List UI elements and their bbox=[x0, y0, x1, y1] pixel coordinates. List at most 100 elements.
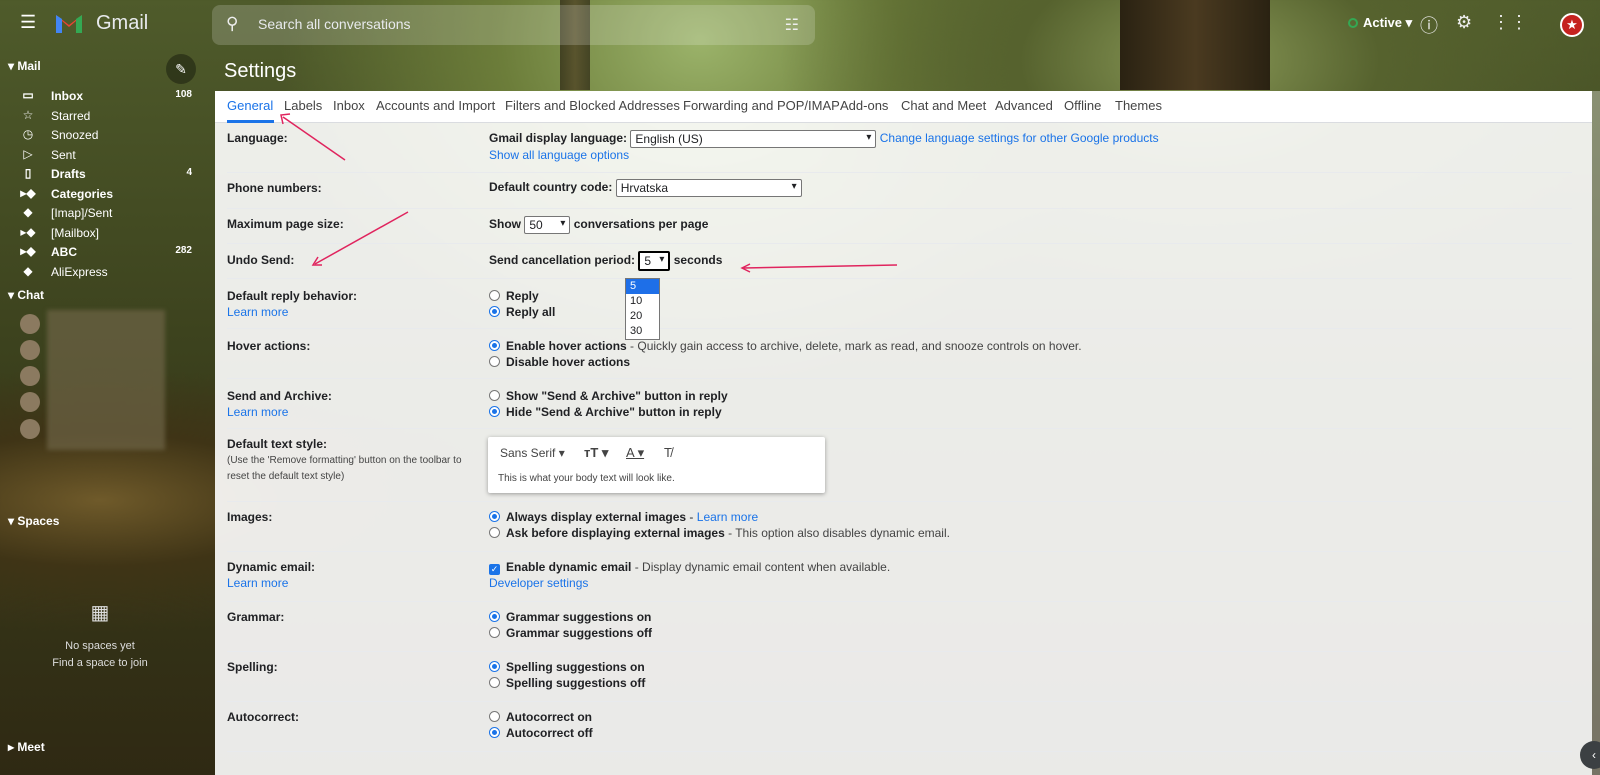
text-color-icon[interactable]: A ▾ bbox=[626, 445, 644, 461]
ask-before-images-option[interactable]: Ask before displaying external images - … bbox=[489, 526, 950, 540]
change-language-link[interactable]: Change language settings for other Googl… bbox=[880, 131, 1159, 145]
chat-section-header[interactable]: ▾ Chat bbox=[8, 288, 44, 302]
reply-all-option[interactable]: Reply all bbox=[489, 305, 555, 319]
reply-learn-more-link[interactable]: Learn more bbox=[227, 305, 288, 319]
sidebar-item-sent[interactable]: ▷ Sent bbox=[0, 145, 200, 165]
tab-advanced[interactable]: Advanced bbox=[995, 98, 1053, 113]
always-display-images-option[interactable]: Always display external images - Learn m… bbox=[489, 510, 758, 524]
dropdown-option[interactable]: 20 bbox=[626, 309, 659, 324]
tab-labels[interactable]: Labels bbox=[284, 98, 322, 113]
setting-row-autocorrect: Autocorrect: Autocorrect on Autocorrect … bbox=[227, 702, 1572, 752]
hide-send-archive-option[interactable]: Hide "Send & Archive" button in reply bbox=[489, 405, 722, 419]
search-bar[interactable]: ⚲ ☷ bbox=[212, 5, 815, 45]
sidebar-item-starred[interactable]: ☆ Starred bbox=[0, 106, 200, 126]
page-size-select[interactable]: 50 ▾ bbox=[524, 216, 571, 234]
language-select[interactable]: English (US) ▾ bbox=[630, 130, 877, 148]
top-bar: ☰ Gmail ⚲ ☷ Active ▾ ⓘ ⚙ ⋮⋮ ★ bbox=[0, 0, 1600, 50]
radio-checked-icon bbox=[489, 611, 500, 622]
compose-button[interactable]: ✎ bbox=[166, 54, 196, 84]
tab-filters[interactable]: Filters and Blocked Addresses bbox=[505, 98, 680, 113]
sidebar-item-aliexpress[interactable]: ◆ AliExpress bbox=[0, 262, 200, 282]
checkbox-checked-icon: ✓ bbox=[489, 564, 500, 575]
sidebar-item-drafts[interactable]: ▯ Drafts 4 bbox=[0, 164, 200, 184]
autocorrect-on-option[interactable]: Autocorrect on bbox=[489, 710, 592, 724]
find-space-link[interactable]: Find a space to join bbox=[0, 657, 200, 669]
reply-option[interactable]: Reply bbox=[489, 289, 539, 303]
tab-forwarding[interactable]: Forwarding and POP/IMAP bbox=[683, 98, 840, 113]
setting-row-spelling: Spelling: Spelling suggestions on Spelli… bbox=[227, 652, 1572, 702]
spaces-section-header[interactable]: ▾ Spaces bbox=[8, 514, 59, 528]
tab-offline[interactable]: Offline bbox=[1064, 98, 1101, 113]
radio-icon bbox=[489, 677, 500, 688]
dropdown-option[interactable]: 30 bbox=[626, 324, 659, 339]
sidebar-item-imap-sent[interactable]: ◆ [Imap]/Sent bbox=[0, 203, 200, 223]
status-selector[interactable]: Active ▾ bbox=[1348, 15, 1412, 31]
radio-checked-icon bbox=[489, 661, 500, 672]
settings-tabs: General Labels Inbox Accounts and Import… bbox=[215, 91, 1592, 123]
label-icon: ▸◆ bbox=[20, 244, 36, 258]
dropdown-option[interactable]: 10 bbox=[626, 294, 659, 309]
remove-formatting-icon[interactable]: T̸ bbox=[664, 445, 672, 460]
search-input[interactable] bbox=[258, 16, 738, 32]
chat-contact-avatar[interactable] bbox=[20, 392, 40, 412]
mail-section-header[interactable]: ▾ Mail bbox=[8, 59, 41, 73]
grammar-on-option[interactable]: Grammar suggestions on bbox=[489, 610, 651, 624]
tab-chat-meet[interactable]: Chat and Meet bbox=[901, 98, 986, 113]
country-code-select[interactable]: Hrvatska ▾ bbox=[615, 179, 802, 197]
main-menu-icon[interactable]: ☰ bbox=[20, 13, 38, 31]
chevron-down-icon: ▾ bbox=[659, 254, 665, 265]
chat-contact-avatar[interactable] bbox=[20, 340, 40, 360]
tab-themes[interactable]: Themes bbox=[1115, 98, 1162, 113]
radio-checked-icon bbox=[489, 511, 500, 522]
sidebar-item-snoozed[interactable]: ◷ Snoozed bbox=[0, 125, 200, 145]
meet-section-header[interactable]: ▸ Meet bbox=[8, 740, 45, 754]
setting-row-undo-send: Undo Send: Send cancellation period: 5 ▾ … bbox=[227, 244, 1572, 279]
search-options-icon[interactable]: ☷ bbox=[785, 15, 799, 35]
font-family-select[interactable]: Sans Serif ▾ bbox=[500, 446, 565, 460]
side-panel-toggle-icon[interactable]: ‹ bbox=[1580, 741, 1600, 769]
disable-hover-option[interactable]: Disable hover actions bbox=[489, 355, 630, 369]
text-style-editor: Sans Serif ▾ тT ▾ A ▾ T̸ This is what yo… bbox=[488, 437, 825, 493]
show-language-options-link[interactable]: Show all language options bbox=[489, 148, 629, 162]
gmail-logo-icon bbox=[56, 15, 82, 33]
tab-inbox[interactable]: Inbox bbox=[333, 98, 365, 113]
spelling-off-option[interactable]: Spelling suggestions off bbox=[489, 676, 645, 690]
setting-row-send-archive: Send and Archive: Learn more Show "Send … bbox=[227, 379, 1572, 429]
setting-row-page-size: Maximum page size: Show 50 ▾ conversation… bbox=[227, 209, 1572, 244]
sidebar-item-categories[interactable]: ▸◆ Categories bbox=[0, 184, 200, 204]
cancellation-period-select[interactable]: 5 ▾ bbox=[638, 251, 671, 271]
tab-accounts[interactable]: Accounts and Import bbox=[376, 98, 495, 113]
text-style-note: (Use the 'Remove formatting' button on t… bbox=[227, 455, 462, 482]
search-icon[interactable]: ⚲ bbox=[226, 14, 238, 34]
sidebar-item-inbox[interactable]: ▭ Inbox 108 bbox=[0, 86, 200, 106]
label-icon: ▸◆ bbox=[20, 186, 36, 200]
images-learn-more-link[interactable]: Learn more bbox=[697, 510, 758, 524]
chat-contact-avatar[interactable] bbox=[20, 314, 40, 334]
show-send-archive-option[interactable]: Show "Send & Archive" button in reply bbox=[489, 389, 728, 403]
setting-row-text-style: Default text style: (Use the 'Remove for… bbox=[227, 429, 1572, 502]
gear-icon[interactable]: ⚙ bbox=[1456, 12, 1472, 33]
scrollbar[interactable] bbox=[1592, 91, 1600, 775]
sidebar-item-mailbox[interactable]: ▸◆ [Mailbox] bbox=[0, 223, 200, 243]
clock-icon: ◷ bbox=[22, 127, 34, 141]
enable-hover-option[interactable]: Enable hover actions - Quickly gain acce… bbox=[489, 339, 1082, 353]
help-icon[interactable]: ⓘ bbox=[1420, 12, 1438, 38]
chat-contact-avatar[interactable] bbox=[20, 366, 40, 386]
apps-grid-icon[interactable]: ⋮⋮ bbox=[1492, 12, 1528, 33]
autocorrect-off-option[interactable]: Autocorrect off bbox=[489, 726, 593, 740]
sidebar-item-abc[interactable]: ▸◆ ABC 282 bbox=[0, 242, 200, 262]
sidebar: ▾ Mail ✎ ▭ Inbox 108 ☆ Starred ◷ Snoozed ▷ Se… bbox=[0, 50, 210, 775]
developer-settings-link[interactable]: Developer settings bbox=[489, 576, 588, 590]
tab-general[interactable]: General bbox=[227, 98, 273, 113]
chat-contact-avatar[interactable] bbox=[20, 419, 40, 439]
radio-icon bbox=[489, 390, 500, 401]
tab-addons[interactable]: Add-ons bbox=[840, 98, 888, 113]
send-archive-learn-more-link[interactable]: Learn more bbox=[227, 405, 288, 419]
spelling-on-option[interactable]: Spelling suggestions on bbox=[489, 660, 645, 674]
enable-dynamic-email-checkbox[interactable]: ✓ Enable dynamic email - Display dynamic … bbox=[489, 560, 890, 575]
dynamic-learn-more-link[interactable]: Learn more bbox=[227, 576, 288, 590]
dropdown-option[interactable]: 5 bbox=[626, 279, 659, 294]
grammar-off-option[interactable]: Grammar suggestions off bbox=[489, 626, 652, 640]
font-size-icon[interactable]: тT ▾ bbox=[584, 445, 608, 461]
account-avatar[interactable]: ★ bbox=[1560, 13, 1584, 37]
